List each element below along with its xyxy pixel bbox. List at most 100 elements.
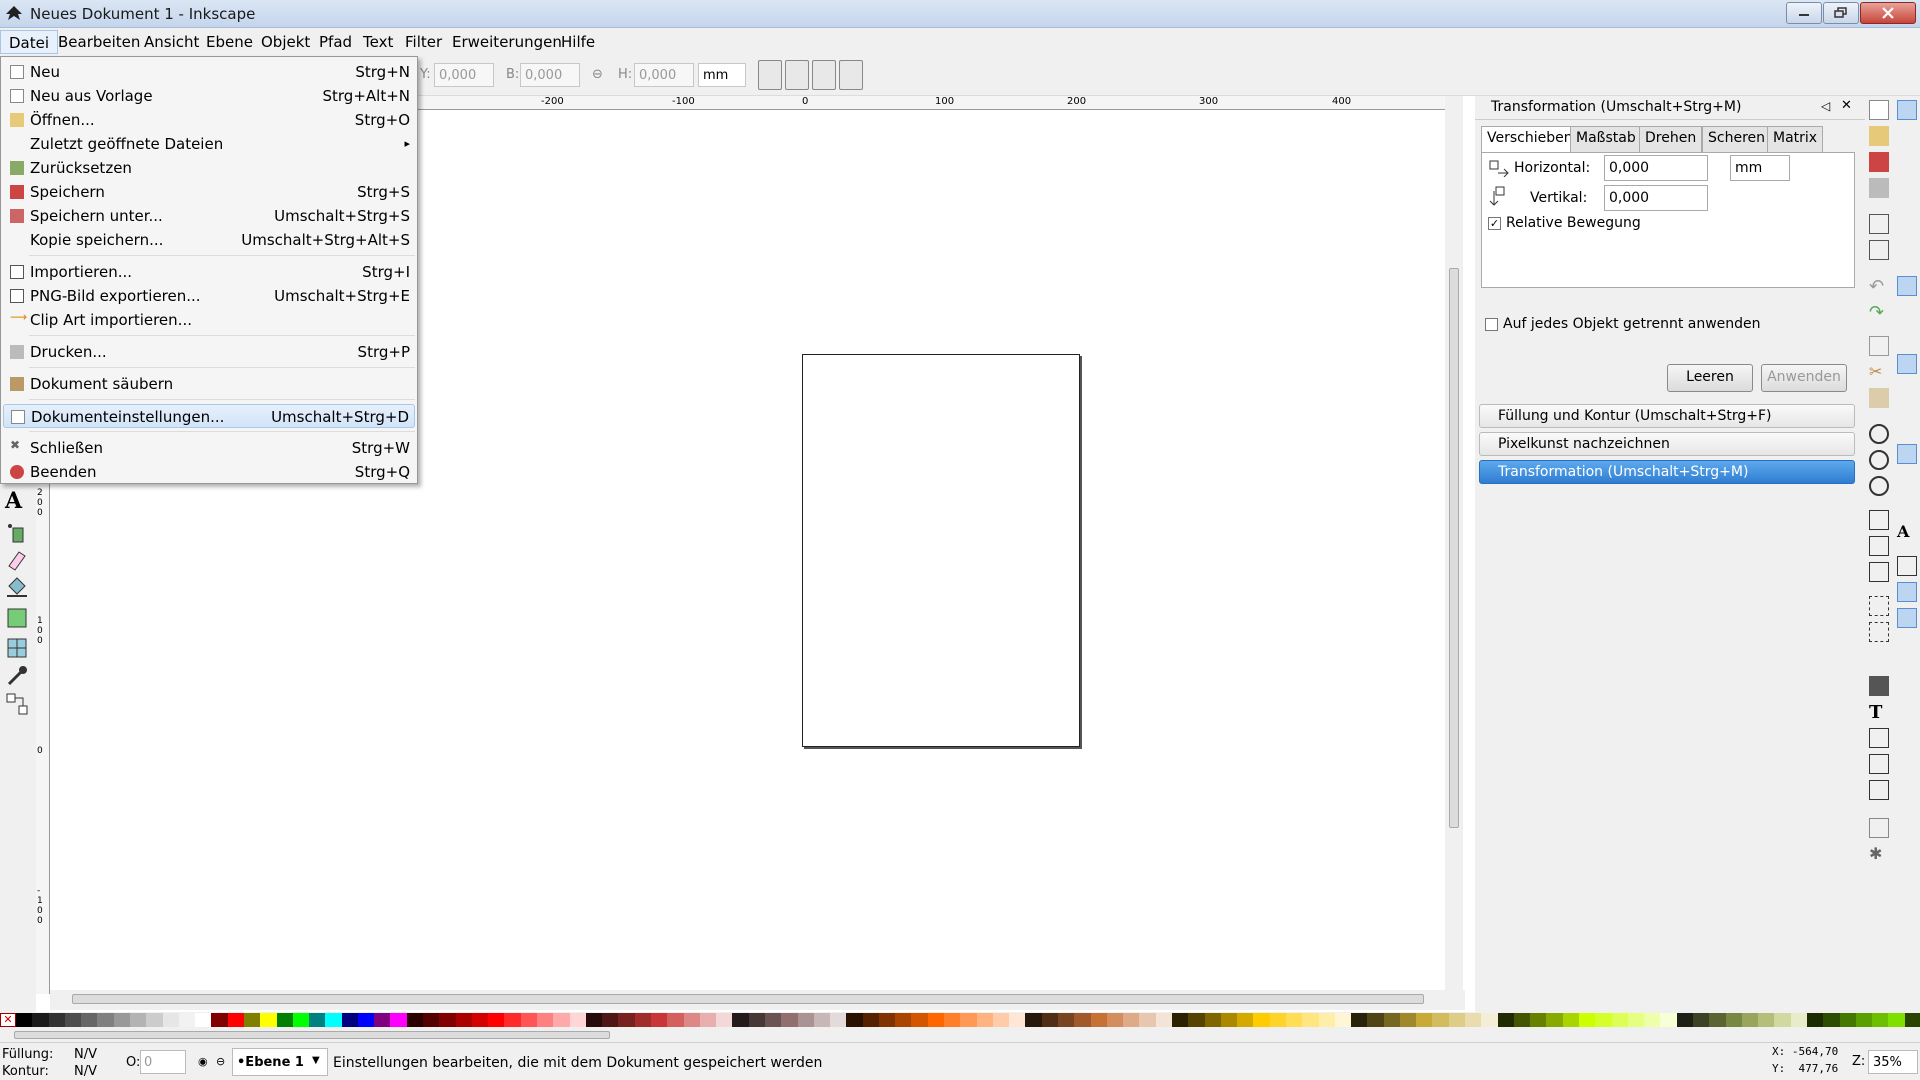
snap-guide-icon[interactable]: [1897, 608, 1917, 628]
color-swatch[interactable]: [455, 1013, 472, 1027]
color-swatch[interactable]: [1139, 1013, 1156, 1027]
unlink-clone-icon[interactable]: [1869, 562, 1889, 582]
dock-close-icon[interactable]: ✕: [1841, 98, 1852, 113]
color-swatch[interactable]: [260, 1013, 277, 1027]
dropper-tool-icon[interactable]: [5, 664, 31, 690]
color-swatch[interactable]: [650, 1013, 668, 1027]
color-swatch[interactable]: [504, 1013, 521, 1027]
color-swatch[interactable]: [1644, 1013, 1661, 1027]
color-swatch[interactable]: [846, 1013, 863, 1027]
color-swatch[interactable]: [944, 1013, 961, 1027]
snap-text-baseline-icon[interactable]: A: [1897, 522, 1917, 542]
layer-dropdown-icon[interactable]: ▼: [312, 1055, 320, 1066]
height-input[interactable]: 0,000: [634, 63, 694, 87]
color-swatch[interactable]: [976, 1013, 993, 1027]
color-swatch[interactable]: [374, 1013, 391, 1027]
menu-item-importieren[interactable]: Importieren... Strg+I: [3, 260, 415, 284]
fill-stroke-icon[interactable]: [1869, 676, 1889, 696]
copy-icon[interactable]: [1869, 336, 1889, 356]
color-swatch[interactable]: [960, 1013, 977, 1027]
color-swatch[interactable]: [1855, 1013, 1873, 1027]
color-swatch[interactable]: [1790, 1013, 1807, 1027]
vertical-scroll-thumb[interactable]: [1449, 268, 1459, 828]
color-swatch[interactable]: [243, 1013, 261, 1027]
color-swatch[interactable]: [341, 1013, 358, 1027]
connector-tool-icon[interactable]: [5, 692, 31, 718]
color-swatch[interactable]: [781, 1013, 798, 1027]
color-swatch[interactable]: [797, 1013, 814, 1027]
menu-item-speichern[interactable]: Speichern Strg+S: [3, 180, 415, 204]
color-swatch[interactable]: [162, 1013, 179, 1027]
color-swatch[interactable]: [1334, 1013, 1352, 1027]
tab-scheren[interactable]: Scheren: [1702, 126, 1772, 152]
menu-erweiterungen[interactable]: Erweiterungen: [452, 33, 562, 51]
color-swatch[interactable]: [178, 1013, 196, 1027]
color-swatch[interactable]: [1904, 1013, 1920, 1027]
color-swatch[interactable]: [32, 1013, 49, 1027]
width-input[interactable]: 0,000: [520, 63, 580, 87]
color-swatch[interactable]: [1497, 1013, 1514, 1027]
snap-cusp-icon[interactable]: [1897, 354, 1917, 374]
color-swatch[interactable]: [1253, 1013, 1270, 1027]
tab-massstab[interactable]: Maßstab: [1570, 126, 1642, 152]
color-swatch[interactable]: [813, 1013, 831, 1027]
color-swatch[interactable]: [895, 1013, 912, 1027]
color-swatch[interactable]: [537, 1013, 554, 1027]
color-swatch[interactable]: [1367, 1013, 1384, 1027]
transform-stroke-button[interactable]: [758, 60, 782, 90]
apply-button[interactable]: Anwenden: [1761, 364, 1847, 392]
color-swatch[interactable]: [878, 1013, 896, 1027]
menu-item-png-exportieren[interactable]: PNG-Bild exportieren... Umschalt+Strg+E: [3, 284, 415, 308]
transform-panel-header[interactable]: Transformation (Umschalt+Strg+M): [1479, 460, 1855, 484]
color-swatch[interactable]: [1106, 1013, 1124, 1027]
color-swatch[interactable]: [1562, 1013, 1579, 1027]
color-swatch[interactable]: [1806, 1013, 1824, 1027]
layer-lock-icon[interactable]: ⊖: [216, 1055, 225, 1068]
palette-scroll-thumb[interactable]: [14, 1031, 610, 1039]
color-swatch[interactable]: [390, 1013, 407, 1027]
color-swatch[interactable]: [292, 1013, 310, 1027]
text-font-icon[interactable]: T: [1869, 702, 1889, 723]
color-swatch[interactable]: [1839, 1013, 1856, 1027]
snap-nodes-icon[interactable]: [1897, 276, 1917, 296]
color-swatch[interactable]: [1155, 1013, 1172, 1027]
text-tool-icon[interactable]: A: [5, 488, 31, 514]
color-swatch[interactable]: [520, 1013, 537, 1027]
color-swatch[interactable]: [309, 1013, 326, 1027]
xml-editor-icon[interactable]: [1869, 754, 1889, 774]
transform-gradient-button[interactable]: [812, 60, 836, 90]
menu-bearbeiten[interactable]: Bearbeiten: [58, 33, 140, 51]
palette-scrollbar[interactable]: [0, 1028, 1920, 1042]
color-swatch[interactable]: [1432, 1013, 1449, 1027]
color-swatch[interactable]: [1725, 1013, 1742, 1027]
minimize-button[interactable]: [1786, 2, 1822, 24]
color-swatch[interactable]: [129, 1013, 147, 1027]
color-swatch[interactable]: [764, 1013, 782, 1027]
menu-text[interactable]: Text: [363, 33, 393, 51]
horizontal-scrollbar[interactable]: [50, 990, 1465, 1010]
tab-verschieben[interactable]: Verschieben: [1481, 126, 1579, 154]
color-swatch[interactable]: [357, 1013, 375, 1027]
vertical-input[interactable]: 0,000: [1604, 185, 1708, 211]
preferences-icon[interactable]: ✱: [1869, 844, 1889, 864]
color-swatch[interactable]: [748, 1013, 765, 1027]
color-swatch[interactable]: [211, 1013, 228, 1027]
document-properties-icon[interactable]: [1869, 818, 1889, 838]
restore-button[interactable]: [1823, 2, 1859, 24]
relative-move-checkbox[interactable]: ✓: [1488, 217, 1501, 230]
color-swatch[interactable]: [830, 1013, 847, 1027]
color-swatch[interactable]: [1204, 1013, 1221, 1027]
snap-bbox-icon[interactable]: [1897, 126, 1917, 146]
close-window-button[interactable]: [1860, 2, 1916, 24]
color-swatch[interactable]: [992, 1013, 1010, 1027]
ungroup-icon[interactable]: [1869, 622, 1889, 642]
color-swatch[interactable]: [1220, 1013, 1238, 1027]
color-swatch[interactable]: [862, 1013, 879, 1027]
color-swatch[interactable]: [1123, 1013, 1140, 1027]
horizontal-scroll-thumb[interactable]: [72, 994, 1424, 1004]
layer-visibility-icon[interactable]: ◉: [198, 1055, 208, 1068]
color-swatch[interactable]: [716, 1013, 733, 1027]
cut-icon[interactable]: ✂: [1869, 362, 1889, 382]
menu-item-dokument-saeubern[interactable]: Dokument säubern: [3, 372, 415, 396]
menu-item-clipart-importieren[interactable]: ⟶ Clip Art importieren...: [3, 308, 415, 332]
